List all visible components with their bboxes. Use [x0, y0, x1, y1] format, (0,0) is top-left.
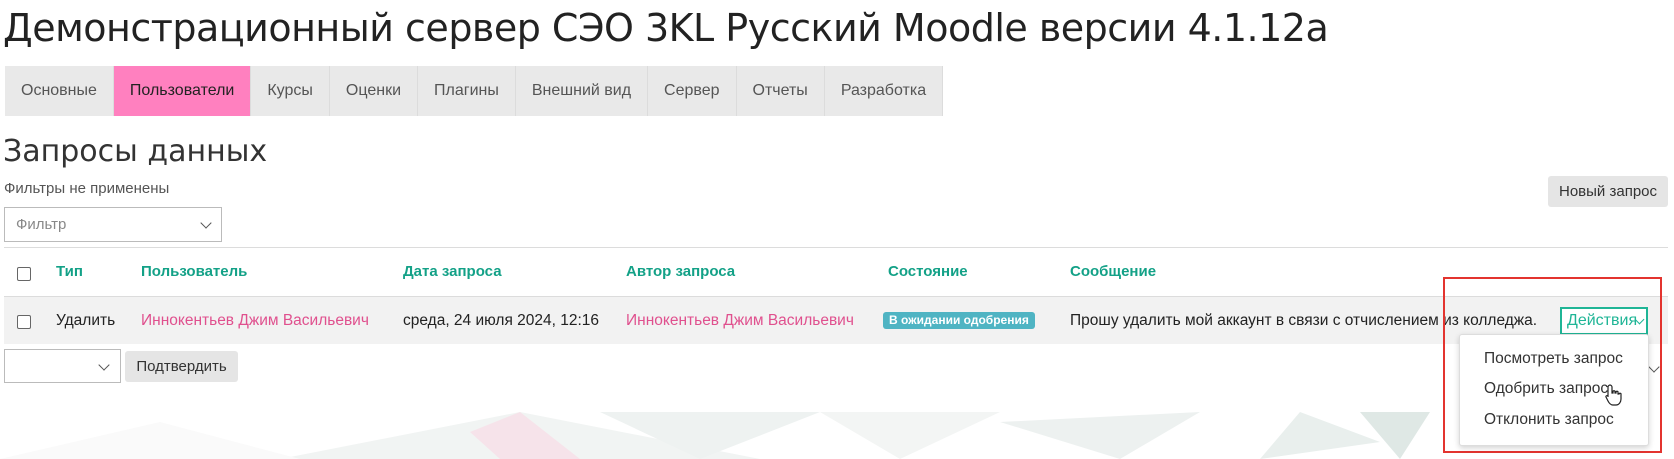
- bulk-action-select[interactable]: [4, 349, 121, 383]
- column-header-status[interactable]: Состояние: [888, 263, 968, 280]
- section-heading: Запросы данных: [3, 134, 268, 169]
- tab-appearance[interactable]: Внешний вид: [515, 66, 649, 116]
- confirm-button[interactable]: Подтвердить: [125, 351, 238, 382]
- tab-server[interactable]: Сервер: [648, 66, 737, 116]
- tab-reports[interactable]: Отчеты: [736, 66, 825, 116]
- table-top-border: [4, 247, 1668, 248]
- filter-placeholder: Фильтр: [16, 216, 67, 233]
- row-date: среда, 24 июля 2024, 12:16: [403, 312, 600, 329]
- row-checkbox[interactable]: [17, 315, 31, 329]
- new-request-button[interactable]: Новый запрос: [1548, 176, 1668, 207]
- page-title: Демонстрационный сервер СЭО 3KL Русский …: [3, 6, 1329, 50]
- row-type: Удалить: [56, 312, 116, 329]
- hand-cursor-icon: [1605, 384, 1622, 406]
- menu-item-approve-request[interactable]: Одобрить запрос: [1484, 380, 1608, 398]
- chevron-down-icon: [98, 359, 110, 371]
- decorative-background: [0, 412, 1674, 459]
- tab-general[interactable]: Основные: [5, 66, 114, 116]
- tab-development[interactable]: Разработка: [824, 66, 944, 116]
- menu-item-view-request[interactable]: Посмотреть запрос: [1484, 350, 1623, 368]
- column-header-type[interactable]: Тип: [56, 263, 83, 280]
- column-header-user[interactable]: Пользователь: [141, 263, 247, 280]
- tab-users[interactable]: Пользователи: [113, 66, 252, 116]
- filter-input[interactable]: Фильтр: [4, 207, 222, 242]
- tab-courses[interactable]: Курсы: [251, 66, 330, 116]
- column-header-author[interactable]: Автор запроса: [626, 263, 735, 280]
- row-user-link[interactable]: Иннокентьев Джим Васильевич: [141, 312, 369, 330]
- chevron-down-icon: [200, 217, 212, 229]
- tab-plugins[interactable]: Плагины: [418, 66, 516, 116]
- status-badge: В ожидании одобрения: [883, 312, 1035, 329]
- tab-grades[interactable]: Оценки: [329, 66, 419, 116]
- row-author-link[interactable]: Иннокентьев Джим Васильевич: [626, 312, 854, 330]
- select-all-checkbox[interactable]: [17, 267, 31, 281]
- column-header-message[interactable]: Сообщение: [1070, 263, 1156, 280]
- filters-note: Фильтры не применены: [4, 180, 170, 197]
- admin-tabs: Основные Пользователи Курсы Оценки Плаги…: [5, 66, 944, 116]
- menu-item-reject-request[interactable]: Отклонить запрос: [1484, 411, 1614, 429]
- column-header-date[interactable]: Дата запроса: [403, 263, 502, 280]
